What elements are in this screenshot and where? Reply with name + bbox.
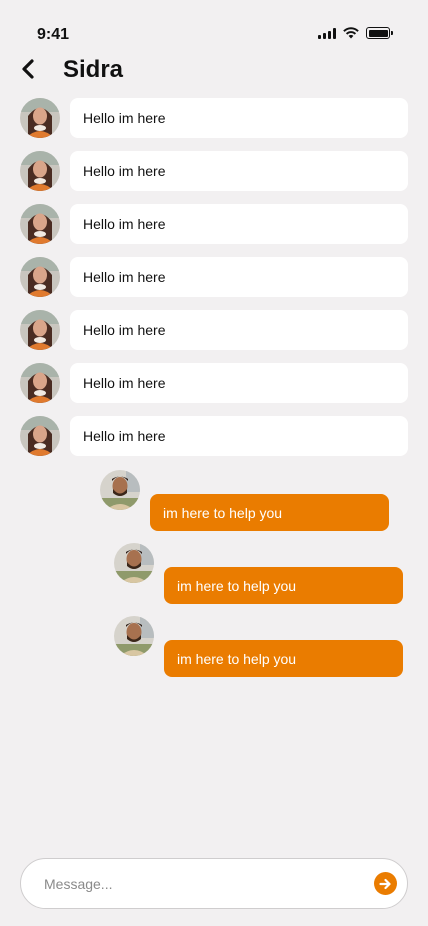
- send-button[interactable]: [374, 872, 397, 895]
- status-time: 9:41: [37, 26, 70, 43]
- avatar: [20, 310, 60, 350]
- message-incoming: Hello im here: [20, 257, 408, 297]
- message-input[interactable]: [44, 873, 364, 895]
- status-icons: [318, 27, 393, 39]
- message-bubble-incoming: Hello im here: [70, 363, 408, 403]
- avatar: [20, 363, 60, 403]
- message-bubble-outgoing: im here to help you: [164, 640, 403, 677]
- back-button[interactable]: [16, 56, 40, 82]
- message-outgoing: im here to help you: [100, 470, 389, 531]
- avatar: [100, 470, 140, 510]
- arrow-right-icon: [379, 878, 391, 889]
- message-bubble-incoming: Hello im here: [70, 98, 408, 138]
- avatar: [20, 416, 60, 456]
- message-outgoing: im here to help you: [114, 543, 403, 604]
- avatar: [114, 616, 154, 656]
- message-bubble-incoming: Hello im here: [70, 416, 408, 456]
- message-incoming: Hello im here: [20, 363, 408, 403]
- message-outgoing: im here to help you: [114, 616, 403, 677]
- message-bubble-incoming: Hello im here: [70, 204, 408, 244]
- message-bubble-outgoing: im here to help you: [150, 494, 389, 531]
- message-bubble-incoming: Hello im here: [70, 310, 408, 350]
- chevron-left-icon: [22, 59, 34, 79]
- wifi-icon: [343, 27, 359, 39]
- header: Sidra: [0, 50, 428, 90]
- avatar: [20, 257, 60, 297]
- message-bubble-incoming: Hello im here: [70, 257, 408, 297]
- avatar: [20, 204, 60, 244]
- battery-icon: [366, 27, 393, 39]
- avatar: [20, 98, 60, 138]
- avatar: [114, 543, 154, 583]
- message-bubble-outgoing: im here to help you: [164, 567, 403, 604]
- message-incoming: Hello im here: [20, 98, 408, 138]
- status-bar: 9:41: [0, 0, 428, 50]
- message-incoming: Hello im here: [20, 204, 408, 244]
- message-incoming: Hello im here: [20, 151, 408, 191]
- message-incoming: Hello im here: [20, 310, 408, 350]
- message-incoming: Hello im here: [20, 416, 408, 456]
- page-title: Sidra: [63, 56, 124, 83]
- message-composer: [20, 858, 408, 909]
- avatar: [20, 151, 60, 191]
- message-bubble-incoming: Hello im here: [70, 151, 408, 191]
- signal-icon: [318, 27, 336, 39]
